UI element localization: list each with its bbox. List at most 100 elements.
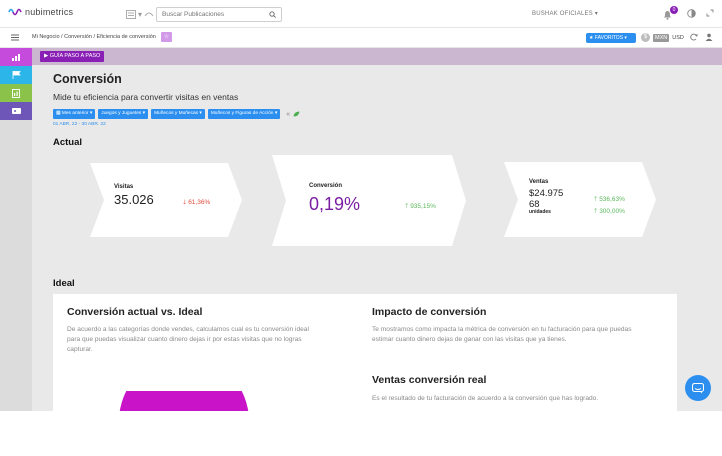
impact-title: Impacto de conversión [372,306,487,318]
visits-card: Visitas 35.026 🡓 61,36% [90,163,242,237]
ideal-panel: Conversión actual vs. Ideal De acuerdo a… [53,294,677,411]
ideal-left-text: De acuerdo a las categorías donde vendes… [67,326,309,353]
sub-icons [690,33,713,41]
dollar-icon: $ [641,33,650,42]
sales-card: Ventas $24.975 68 unidades 🡑 536,63% 🡑 3… [504,162,656,237]
account-name: BUSHAK OFICIALES [532,11,593,17]
step-by-step-guide-button[interactable]: ▶ GUÍA PASO A PASO [40,51,105,62]
sales-amount-change-value: 536,63% [599,196,625,203]
ideal-donut-chart [119,391,249,411]
favorites-label: FAVORITOS [594,35,624,41]
sidebar-item-analytics[interactable] [0,48,32,66]
sales-label: Ventas [529,179,549,185]
filter-subsubcategory[interactable]: Muñecos y Figuras de Acción ▾ [207,109,281,119]
sub-bar: Mi Negocio / Conversión / Eficiencia de … [0,28,722,48]
card-shape [90,163,242,237]
sales-content: Ventas $24.975 68 unidades [529,179,563,215]
sales-changes: 🡑 536,63% 🡑 300,00% [594,194,625,218]
filter-label: Muñecos y Figuras de Acción [210,111,274,116]
page-subtitle: Mide tu eficiencia para convertir visita… [53,92,239,102]
sales-amount-change: 🡑 536,63% [594,194,625,206]
favorites-button[interactable]: ★ FAVORITOS ▾ [586,33,636,43]
flag-icon [12,71,21,79]
sidebar-item-goals[interactable] [0,66,32,84]
sales-units-change-value: 300,00% [599,208,625,215]
logo-wave-icon [8,8,22,16]
filter-label: Juegos y Juguetes [101,111,142,116]
guide-label: GUÍA PASO A PASO [49,53,101,59]
link-icon [144,12,154,17]
search-type-selector[interactable]: ▾ [126,6,156,22]
card-shape [504,162,656,237]
currency-selector[interactable]: $ MXN USD [641,33,684,42]
sales-units-label: unidades [529,209,551,215]
date-range: 01 ABR. 22 - 30 ABR. 22 [53,122,106,127]
guide-strip: ▶ GUÍA PASO A PASO [32,48,722,65]
star-icon[interactable]: ☆ [161,32,172,42]
filter-label: Muñecos y Muñecas [154,111,199,116]
currency-option-usd[interactable]: USD [672,35,684,41]
app-window: nubimetrics ▾ Buscar Publicaciones BUSHA… [0,0,722,411]
sidebar-item-reports[interactable] [0,84,32,102]
sidebar-item-tickets[interactable] [0,102,32,120]
real-sales-text: Es el resultado de tu facturación de acu… [372,395,599,402]
visits-change: 🡓 61,36% [183,198,210,209]
filter-label: Mes anterior [61,111,89,116]
leaf-icon [293,111,300,117]
search-area: ▾ [126,6,292,22]
filter-subcategory[interactable]: Muñecos y Muñecas ▾ [151,109,205,119]
section-heading-ideal: Ideal [53,278,75,289]
ticket-icon [11,108,21,114]
visits-content: Visitas 35.026 [114,184,154,207]
chevron-down-icon: ▾ [138,9,143,19]
visits-change-value: 61,36% [188,199,211,206]
page-title: Conversión [53,72,122,86]
chat-button[interactable] [685,375,711,401]
list-icon [126,9,136,19]
report-icon [12,88,20,98]
sales-units: 68 [529,199,540,210]
conversion-change-value: 935,15% [410,203,436,210]
search-field[interactable] [156,6,282,22]
top-bar: nubimetrics ▾ Buscar Publicaciones BUSHA… [0,0,722,28]
notification-badge: 0 [670,6,678,14]
filter-period[interactable]: ▦ Mes anterior ▾ [53,109,96,119]
logo[interactable]: nubimetrics [8,7,73,17]
chat-icon [692,382,704,393]
brand-name: nubimetrics [25,7,74,17]
search-icon[interactable] [269,10,276,18]
top-icons: 0 [663,6,714,20]
sales-amount: $24.975 [529,188,564,199]
clear-filters-icon[interactable]: « [286,111,290,118]
user-icon[interactable] [705,33,713,41]
real-sales-title: Ventas conversión real [372,374,487,386]
bar-chart-icon [11,53,20,61]
account-selector[interactable]: BUSHAK OFICIALES ▾ [532,10,598,17]
visits-label: Visitas [114,184,134,190]
visits-value: 35.026 [114,192,154,207]
expand-icon[interactable] [706,9,714,17]
ideal-left-title: Conversión actual vs. Ideal [67,306,203,318]
conversion-label: Conversión [309,183,343,189]
filter-bar: ▦ Mes anterior ▾ Juegos y Juguetes ▾ Muñ… [53,109,300,119]
sidebar [0,48,32,411]
contrast-icon[interactable] [687,8,696,18]
conversion-content: Conversión 0,19% [309,183,360,215]
conversion-change: 🡑 935,15% [405,202,436,213]
currency-option-mxn[interactable]: MXN [653,33,670,42]
section-heading-actual: Actual [53,137,83,148]
sales-units-change: 🡑 300,00% [594,206,625,218]
filter-category[interactable]: Juegos y Juguetes ▾ [98,109,149,119]
chevron-down-icon: ▾ [623,35,627,41]
menu-icon[interactable] [11,34,19,41]
refresh-icon[interactable] [690,33,698,41]
main-content: Conversión Mide tu eficiencia para conve… [32,65,722,411]
search-input[interactable] [162,10,262,18]
conversion-card: Conversión 0,19% 🡑 935,15% [272,155,466,246]
card-shape [272,155,466,246]
chevron-down-icon: ▾ [594,11,598,17]
breadcrumb: Mi Negocio / Conversión / Eficiencia de … [32,34,156,40]
notifications-button[interactable]: 0 [663,6,678,20]
conversion-value: 0,19% [309,194,361,214]
impact-text: Te mostramos como impacta la métrica de … [372,326,632,343]
